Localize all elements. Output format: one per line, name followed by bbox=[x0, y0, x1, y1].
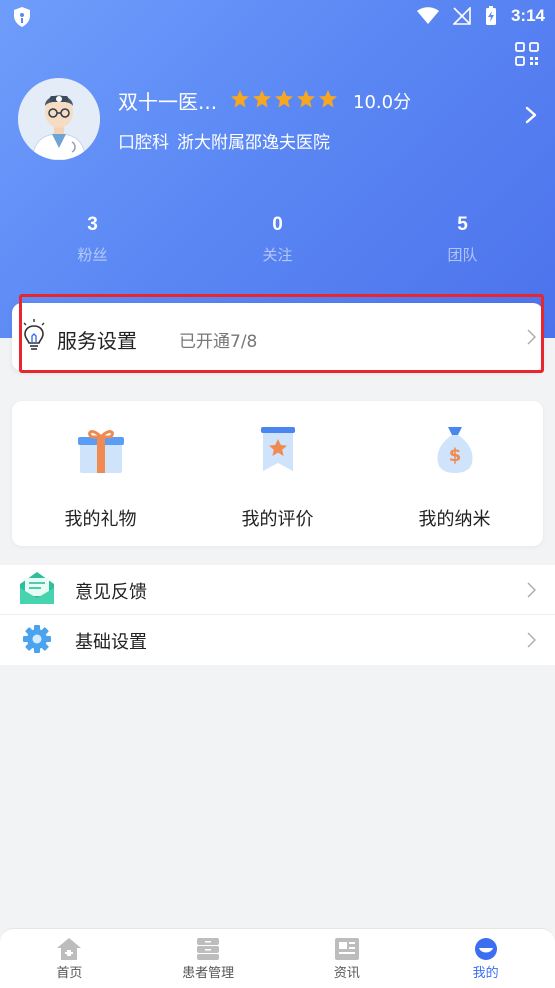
stat-value: 5 bbox=[457, 214, 468, 235]
feature-label: 我的纳米 bbox=[418, 509, 491, 530]
status-time: 3:14 bbox=[510, 6, 545, 25]
status-bar: 3:14 bbox=[0, 0, 555, 34]
feature-my-reviews[interactable]: 我的评价 bbox=[189, 401, 366, 546]
department: 口腔科 bbox=[118, 133, 169, 153]
stat-label: 粉丝 bbox=[77, 246, 108, 264]
service-status: 已开通7/8 bbox=[179, 332, 258, 352]
feature-my-gifts[interactable]: 我的礼物 bbox=[12, 401, 189, 546]
star-icon bbox=[275, 90, 293, 108]
tab-home[interactable]: 首页 bbox=[0, 929, 139, 988]
no-signal-icon bbox=[452, 7, 471, 25]
service-settings-title: 服务设置 bbox=[57, 329, 137, 353]
stat-value: 3 bbox=[87, 214, 98, 235]
menu-list: 意见反馈 基础设置 bbox=[0, 565, 555, 665]
rating-stars bbox=[230, 89, 338, 109]
feature-label: 我的礼物 bbox=[64, 509, 137, 530]
menu-label: 意见反馈 bbox=[75, 582, 147, 603]
profile-icon bbox=[474, 938, 497, 960]
stats-row: 3 粉丝 0 关注 5 团队 bbox=[0, 214, 555, 265]
stat-fans[interactable]: 3 粉丝 bbox=[0, 214, 185, 265]
chevron-right-icon bbox=[527, 582, 536, 598]
tab-label: 患者管理 bbox=[182, 966, 235, 981]
gift-icon bbox=[77, 430, 124, 473]
chevron-right-icon bbox=[527, 632, 536, 648]
feature-label: 我的评价 bbox=[241, 509, 314, 530]
doctor-avatar[interactable] bbox=[18, 78, 100, 160]
department-hospital: 口腔科 浙大附属邵逸夫医院 bbox=[118, 128, 338, 153]
gear-icon bbox=[23, 625, 51, 653]
stat-label: 团队 bbox=[447, 246, 478, 264]
star-icon bbox=[319, 90, 337, 108]
news-icon bbox=[334, 938, 359, 960]
tab-label: 资讯 bbox=[333, 966, 360, 981]
money-bag-icon: $ bbox=[437, 427, 472, 473]
stat-value: 0 bbox=[272, 214, 283, 235]
menu-item-feedback[interactable]: 意见反馈 bbox=[0, 565, 555, 615]
stat-label: 关注 bbox=[262, 246, 293, 264]
doctor-name: 双十一医... bbox=[118, 90, 218, 114]
features-card: 我的礼物 我的评价 $ 我的纳米 bbox=[12, 401, 543, 546]
tab-label: 首页 bbox=[56, 966, 83, 981]
rating-badge-icon bbox=[260, 427, 295, 471]
menu-label: 基础设置 bbox=[75, 632, 147, 653]
hospital: 浙大附属邵逸夫医院 bbox=[177, 133, 330, 153]
shield-notification-icon bbox=[14, 7, 30, 27]
tab-news[interactable]: 资讯 bbox=[278, 929, 417, 988]
wifi-icon bbox=[416, 7, 439, 24]
star-icon bbox=[253, 90, 271, 108]
profile-header bbox=[0, 0, 555, 338]
battery-charging-icon bbox=[485, 6, 496, 25]
tab-mine[interactable]: 我的 bbox=[416, 929, 555, 988]
stat-following[interactable]: 0 关注 bbox=[185, 214, 370, 265]
star-icon bbox=[231, 90, 249, 108]
feature-my-nano[interactable]: $ 我的纳米 bbox=[366, 401, 543, 546]
svg-text:$: $ bbox=[448, 445, 461, 466]
stat-team[interactable]: 5 团队 bbox=[370, 214, 555, 265]
menu-item-basic-settings[interactable]: 基础设置 bbox=[0, 615, 555, 665]
qr-code-icon[interactable] bbox=[515, 42, 539, 66]
chevron-right-icon[interactable] bbox=[525, 106, 537, 124]
feedback-mail-icon bbox=[20, 572, 54, 604]
tab-label: 我的 bbox=[472, 966, 499, 981]
home-icon bbox=[57, 938, 82, 960]
bottom-tab-bar: 首页 患者管理 资讯 我的 bbox=[0, 928, 555, 988]
tab-patient-management[interactable]: 患者管理 bbox=[139, 929, 278, 988]
rating-score: 10.0分 bbox=[353, 92, 412, 113]
patient-management-icon bbox=[197, 938, 220, 960]
chevron-right-icon bbox=[527, 329, 536, 345]
lightbulb-icon bbox=[23, 319, 45, 350]
star-icon bbox=[297, 90, 315, 108]
